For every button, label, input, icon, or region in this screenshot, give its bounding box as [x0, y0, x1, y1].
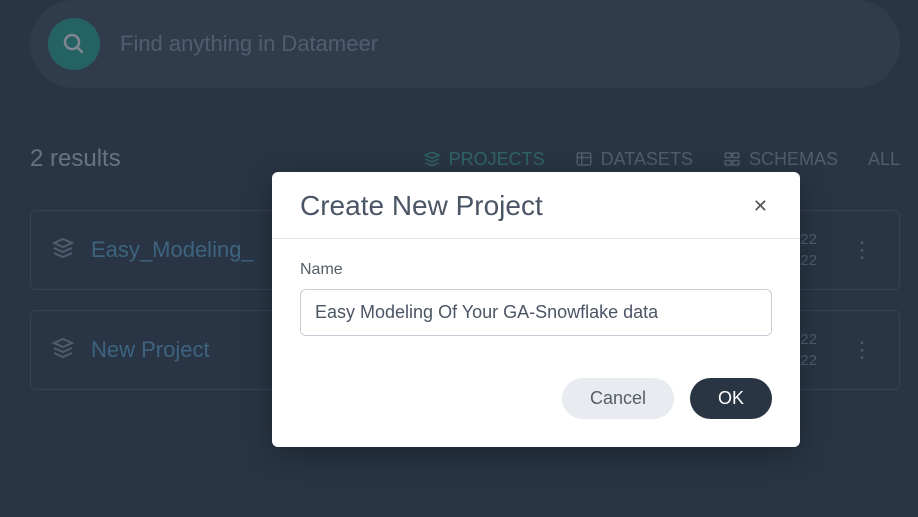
create-project-modal: Create New Project ✕ Name Cancel OK	[272, 172, 800, 447]
close-icon[interactable]: ✕	[749, 193, 772, 219]
modal-title: Create New Project	[300, 190, 543, 222]
modal-header: Create New Project ✕	[272, 172, 800, 239]
modal-body: Name	[272, 239, 800, 348]
project-name-input[interactable]	[300, 289, 772, 336]
name-label: Name	[300, 261, 772, 279]
modal-footer: Cancel OK	[272, 348, 800, 423]
cancel-button[interactable]: Cancel	[562, 378, 674, 419]
ok-button[interactable]: OK	[690, 378, 772, 419]
